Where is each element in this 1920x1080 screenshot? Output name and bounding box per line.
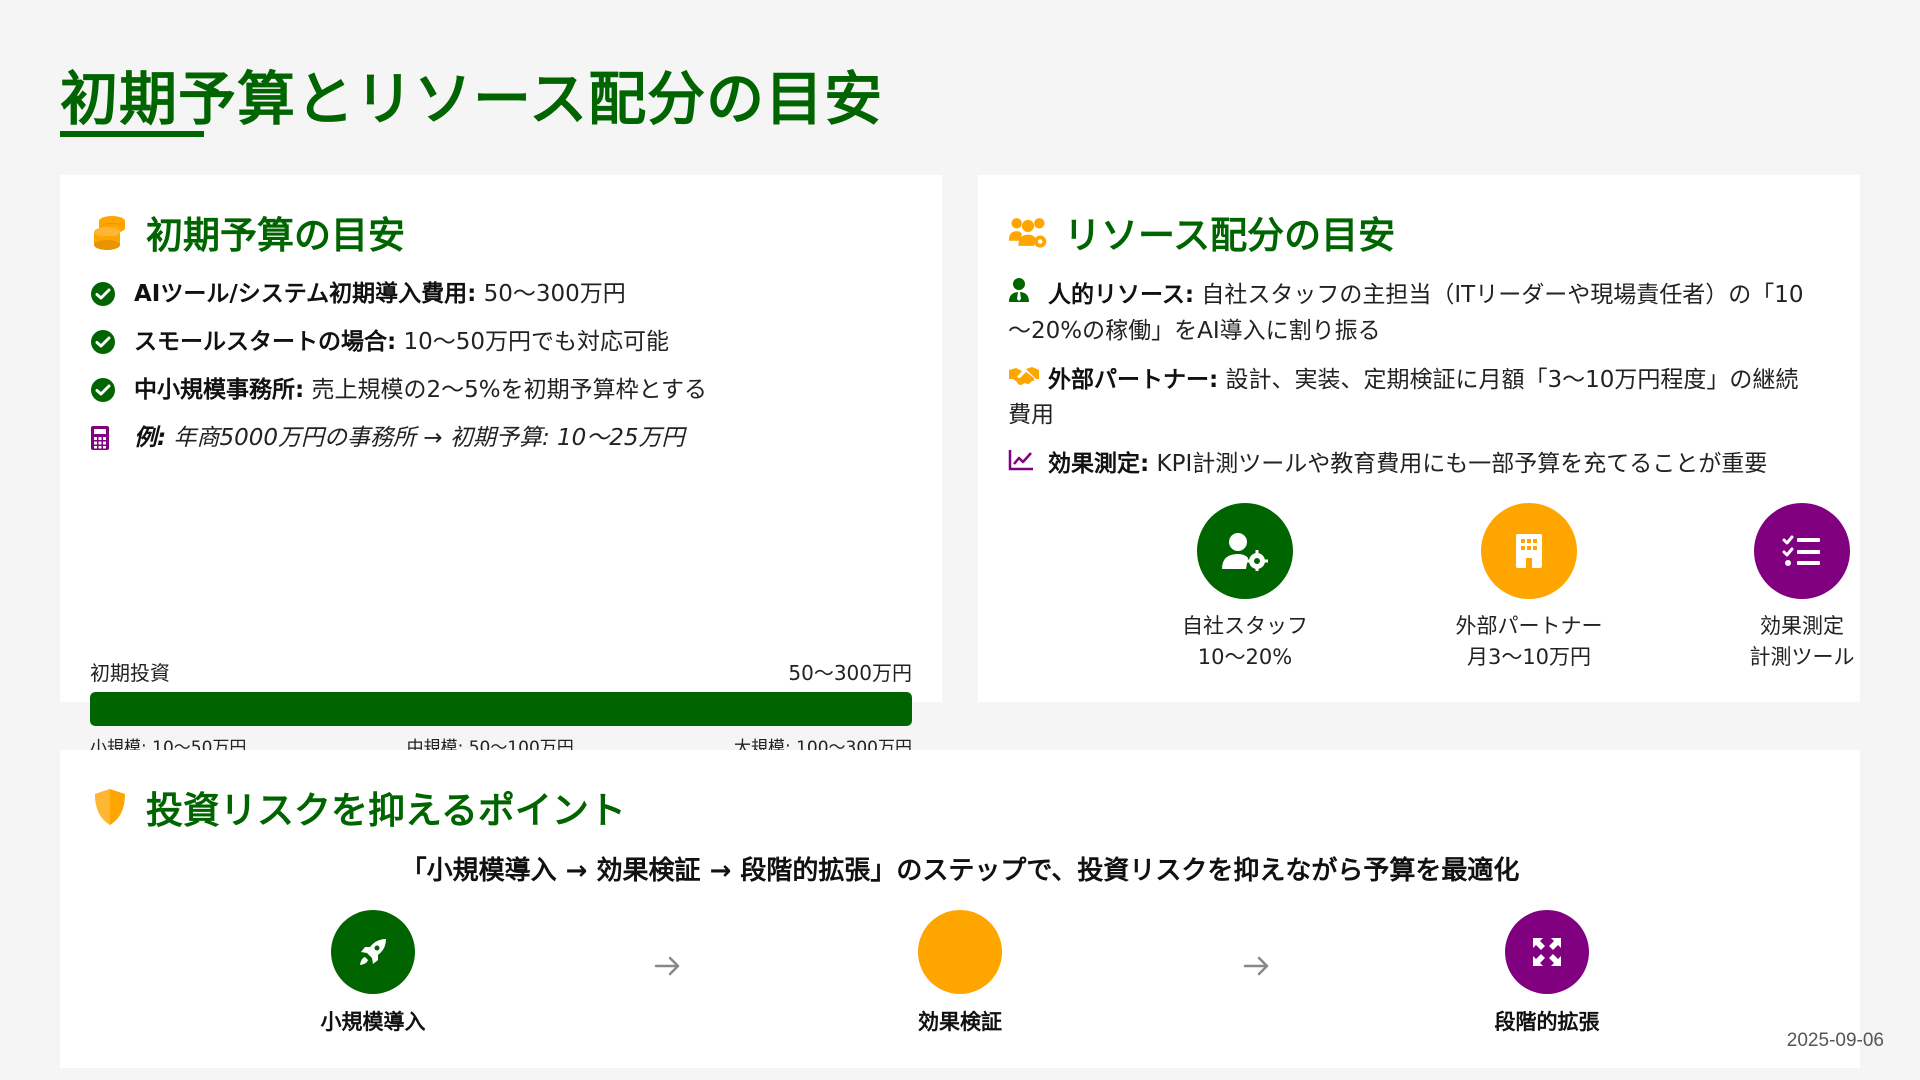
list-item-example: 例: 年商5000万円の事務所 → 初期予算: 10～25万円 <box>90 421 922 455</box>
list-item-label: 効果測定: <box>1048 451 1150 477</box>
circle-label-line2: 月3～10万円 <box>1466 645 1592 669</box>
check-circle-icon <box>90 373 134 407</box>
page-date: 2025-09-06 <box>1786 1030 1884 1051</box>
building-icon <box>1481 503 1577 599</box>
step-small-start: 小規模導入 <box>283 910 463 1036</box>
circle-label-line1: 自社スタッフ <box>1182 614 1308 638</box>
list-item-text: 10～50万円でも対応可能 <box>396 329 670 355</box>
list-item-label: 例: <box>134 425 167 451</box>
resource-circle-measure: 効果測定 計測ツール <box>1692 503 1912 673</box>
resource-circle-staff: 自社スタッフ 10～20% <box>1135 503 1355 673</box>
list-item-text: 売上規模の2～5%を初期予算枠とする <box>304 377 707 403</box>
circle-label-line2: 10～20% <box>1197 645 1293 669</box>
resource-card: リソース配分の目安 人的リソース: 自社スタッフの主担当（ITリーダーや現場責任… <box>978 175 1860 702</box>
circle-label-line2: 計測ツール <box>1749 645 1855 669</box>
circle-label-line1: 効果測定 <box>1760 614 1844 638</box>
coins-icon <box>90 212 130 252</box>
risk-card: 投資リスクを抑えるポイント 「小規模導入 → 効果検証 → 段階的拡張」のステッ… <box>60 750 1860 1068</box>
page-title: 初期予算とリソース配分の目安 <box>60 65 884 133</box>
list-item-text: 年商5000万円の事務所 → 初期予算: 10～25万円 <box>166 425 685 451</box>
budget-bar-labels: 初期投資 50～300万円 <box>90 657 912 686</box>
shield-icon <box>90 787 130 827</box>
expand-arrows-icon <box>1505 910 1589 994</box>
list-item-label: 外部パートナー: <box>1048 367 1219 393</box>
risk-card-header: 投資リスクを抑えるポイント <box>90 780 626 834</box>
risk-subtitle: 「小規模導入 → 効果検証 → 段階的拡張」のステップで、投資リスクを抑えながら… <box>400 856 1520 886</box>
resource-circle-label: 外部パートナー 月3～10万円 <box>1419 611 1639 673</box>
resource-circle-label: 自社スタッフ 10～20% <box>1135 611 1355 673</box>
bar-label-left: 初期投資 <box>90 661 170 685</box>
circle-label-line1: 外部パートナー <box>1455 614 1603 638</box>
list-item: 効果測定: KPI計測ツールや教育費用にも一部予算を充てることが重要 <box>1008 447 1820 482</box>
list-item: 中小規模事務所: 売上規模の2～5%を初期予算枠とする <box>90 373 922 407</box>
step-validation: 効果検証 <box>870 910 1050 1036</box>
bar-label-right: 50～300万円 <box>788 661 912 685</box>
list-item-label: AIツール/システム初期導入費用: <box>134 281 477 307</box>
resource-card-title: リソース配分の目安 <box>1064 214 1396 257</box>
list-check-icon <box>1754 503 1850 599</box>
users-cog-icon <box>1008 212 1048 252</box>
arrow-right-icon <box>1243 956 1269 976</box>
budget-card-header: 初期予算の目安 <box>90 205 405 259</box>
list-item: スモールスタートの場合: 10～50万円でも対応可能 <box>90 325 922 359</box>
rocket-icon <box>331 910 415 994</box>
step-label: 小規模導入 <box>320 1010 426 1034</box>
step-expansion: 段階的拡張 <box>1457 910 1637 1036</box>
budget-list: AIツール/システム初期導入費用: 50～300万円 スモールスタートの場合: … <box>90 277 922 469</box>
chart-line-icon <box>1008 447 1048 482</box>
resource-circle-label: 効果測定 計測ツール <box>1692 611 1912 673</box>
list-item: AIツール/システム初期導入費用: 50～300万円 <box>90 277 922 311</box>
resource-card-header: リソース配分の目安 <box>1008 205 1395 259</box>
budget-card: 初期予算の目安 AIツール/システム初期導入費用: 50～300万円 スモールス… <box>60 175 942 758</box>
list-item-label: スモールスタートの場合: <box>134 329 397 355</box>
arrow-right-icon <box>654 956 680 976</box>
resource-circle-partner: 外部パートナー 月3～10万円 <box>1419 503 1639 673</box>
budget-progress-fill <box>90 692 912 726</box>
calculator-icon <box>90 421 134 455</box>
user-tie-icon <box>1008 277 1048 314</box>
list-item-text: KPI計測ツールや教育費用にも一部予算を充てることが重要 <box>1149 451 1768 477</box>
handshake-icon <box>1008 363 1048 398</box>
check-circle-icon <box>90 325 134 359</box>
list-item: 人的リソース: 自社スタッフの主担当（ITリーダーや現場責任者）の「10～20%… <box>1008 277 1820 349</box>
validation-circle <box>918 910 1002 994</box>
budget-progress-bar <box>90 692 912 726</box>
risk-card-title: 投資リスクを抑えるポイント <box>146 789 626 832</box>
user-gear-icon <box>1197 503 1293 599</box>
check-circle-icon <box>90 277 134 311</box>
title-underline <box>60 131 204 137</box>
budget-card-title: 初期予算の目安 <box>146 214 405 257</box>
list-item-label: 中小規模事務所: <box>134 377 305 403</box>
list-item-label: 人的リソース: <box>1048 282 1195 308</box>
list-item-text: 50～300万円 <box>476 281 626 307</box>
resource-list: 人的リソース: 自社スタッフの主担当（ITリーダーや現場責任者）の「10～20%… <box>1008 277 1820 496</box>
step-label: 段階的拡張 <box>1494 1010 1600 1034</box>
list-item: 外部パートナー: 設計、実装、定期検証に月額「3～10万円程度」の継続費用 <box>1008 363 1820 433</box>
step-label: 効果検証 <box>918 1010 1002 1034</box>
